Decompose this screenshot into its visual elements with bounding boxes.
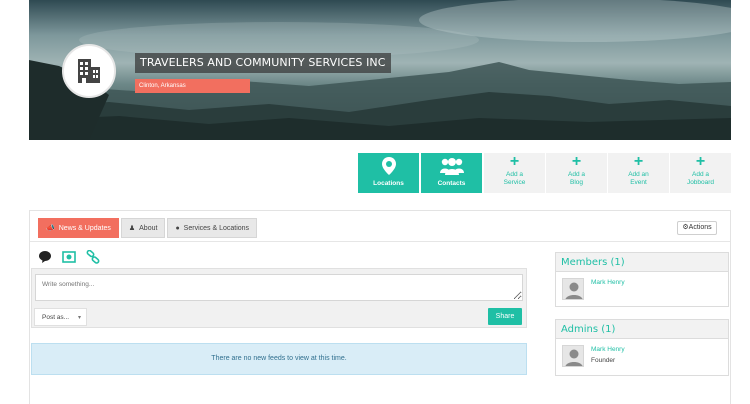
user-icon: ♟ [128,225,136,232]
profile-tabs: 📣 News & Updates ♟ About ● Services & Locat… [38,218,258,238]
tab-services-locations[interactable]: ● Services & Locations [167,218,258,238]
tab-news-updates[interactable]: 📣 News & Updates [38,218,119,238]
add-blog-button[interactable]: + Add a Blog [546,153,607,193]
tab-about[interactable]: ♟ About [120,218,166,238]
add-service-label: Add a Service [503,171,526,186]
add-event-button[interactable]: + Add an Event [608,153,669,193]
tab-about-label: About [139,225,158,232]
comment-icon[interactable] [38,250,52,264]
org-name: TRAVELERS AND COMMUNITY SERVICES INC [135,53,391,73]
tab-news-label: News & Updates [58,225,111,232]
photo-icon[interactable] [62,250,76,264]
post-input[interactable] [35,274,523,301]
user-silhouette-icon [565,349,583,366]
members-card: Members (1) Mark Henry [555,252,729,307]
avatar[interactable] [562,345,584,367]
locations-label: Locations [373,180,404,187]
map-marker-icon [381,157,396,175]
add-jobboard-button[interactable]: + Add a Jobboard [670,153,731,193]
plus-icon: + [695,153,706,170]
actions-label: Actions [688,224,712,231]
feed-empty-alert: There are no new feeds to view at this t… [31,343,527,375]
org-location: Clinton, Arkansas [135,79,250,93]
building-icon [78,59,100,83]
contacts-button[interactable]: Contacts [421,153,482,193]
add-service-button[interactable]: + Add a Service [484,153,545,193]
contacts-label: Contacts [437,180,466,187]
member-name[interactable]: Mark Henry [591,279,625,286]
locations-button[interactable]: Locations [358,153,419,193]
add-event-label: Add an Event [628,171,649,186]
user-silhouette-icon [565,282,583,299]
plus-icon: + [571,153,582,170]
admin-name[interactable]: Mark Henry [591,346,625,353]
share-button[interactable]: Share [488,308,522,325]
page: TRAVELERS AND COMMUNITY SERVICES INC Cli… [0,0,750,404]
admins-card: Admins (1) Mark Henry Founder [555,319,729,376]
globe-icon: ● [175,225,180,232]
post-as-label: Post as... [42,314,70,321]
add-jobboard-label: Add a Jobboard [686,171,715,186]
link-icon[interactable] [86,250,100,264]
divider [30,241,730,242]
plus-icon: + [633,153,644,170]
users-icon [439,158,464,175]
post-type-selector [38,250,100,264]
add-blog-label: Add a Blog [568,171,585,186]
avatar[interactable] [562,278,584,300]
tab-services-label: Services & Locations [183,225,250,232]
plus-icon: + [509,153,520,170]
post-as-select[interactable]: Post as... ▾ [34,308,87,326]
actions-button[interactable]: ⚙Actions [677,221,717,235]
org-logo [62,44,116,98]
members-title: Members (1) [556,253,728,272]
chevron-down-icon: ▾ [77,315,81,321]
admins-title: Admins (1) [556,320,728,339]
bullhorn-icon: 📣 [46,225,55,232]
admin-role: Founder [591,357,616,364]
